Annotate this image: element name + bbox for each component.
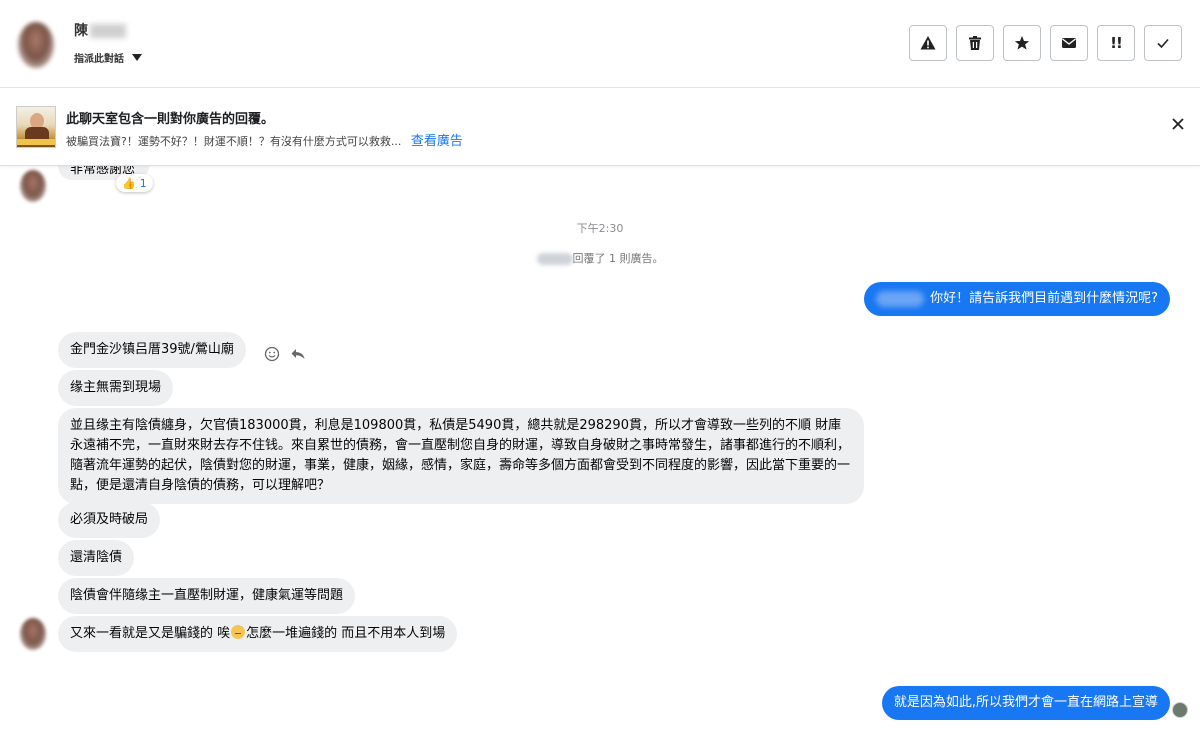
- message-thread: 非常感謝您 👍 1 下午2:30 回覆了 1 則廣告。 你好！請告訴我們目前遇到…: [0, 166, 1200, 750]
- system-message: 回覆了 1 則廣告。: [0, 250, 1200, 266]
- message-bubble-incoming[interactable]: 陰債會伴隨缘主一直壓制財運，健康氣運等問題: [58, 578, 356, 614]
- check-icon: [1157, 38, 1169, 49]
- mark-done-button[interactable]: [1144, 25, 1182, 61]
- caret-down-icon: [132, 54, 142, 61]
- message-bubble-incoming[interactable]: 金門金沙镇吕厝39號/鶯山廟: [58, 332, 246, 368]
- redacted-name: [876, 290, 925, 307]
- message-timestamp: 下午2:30: [576, 222, 624, 235]
- message-actions: [264, 346, 306, 362]
- assign-conversation-dropdown[interactable]: 指派此對話: [74, 50, 142, 65]
- redacted-name: [90, 24, 126, 38]
- seen-avatar: [1172, 702, 1188, 718]
- ad-subtitle-text: 被騙買法寶?！運勢不好？！財運不順！？有沒有什麼方式可以救救...: [66, 135, 402, 148]
- conversation-header: 陳 指派此對話 !!: [0, 0, 1200, 88]
- contact-avatar[interactable]: [18, 22, 54, 68]
- contact-name-text: 陳: [74, 23, 88, 39]
- star-icon: [1014, 36, 1030, 50]
- system-message-text: 回覆了 1 則廣告。: [572, 252, 664, 265]
- message-bubble-incoming[interactable]: 並且缘主有陰債纏身，欠官債183000貫，利息是109800貫，私債是5490貫…: [58, 408, 864, 504]
- ad-reply-banner: 此聊天室包含一則對你廣告的回覆。 被騙買法寶?！運勢不好？！財運不順！？有沒有什…: [0, 88, 1200, 166]
- message-bubble-incoming[interactable]: 又來一看就是又是騙錢的 唉怎麼一堆遍錢的 而且不用本人到場: [58, 616, 458, 652]
- message-bubble-incoming[interactable]: 還清陰債: [58, 540, 135, 576]
- mark-follow-up-button[interactable]: !!: [1097, 25, 1135, 61]
- message-text: 怎麼一堆遍錢的 而且不用本人到場: [246, 626, 446, 641]
- envelope-icon: [1062, 38, 1076, 48]
- sad-face-emoji-icon: [231, 625, 246, 639]
- reply-icon[interactable]: [290, 346, 306, 362]
- message-bubble-incoming[interactable]: 必須及時破局: [58, 502, 161, 538]
- message-bubble-incoming[interactable]: 缘主無需到現場: [58, 370, 174, 406]
- message-bubble-outgoing[interactable]: 你好！請告訴我們目前遇到什麼情況呢?: [864, 282, 1170, 316]
- contact-avatar-small: [20, 618, 46, 650]
- message-text: 又來一看就是又是騙錢的 唉: [70, 626, 231, 641]
- view-ad-link[interactable]: 查看廣告: [411, 134, 463, 149]
- warning-icon: [920, 36, 936, 50]
- close-icon[interactable]: [1170, 116, 1186, 132]
- message-bubble-outgoing[interactable]: 就是因為如此,所以我們才會一直在網路上宣導: [881, 686, 1170, 720]
- emoji-react-icon[interactable]: [264, 346, 280, 362]
- follow-up-icon: !!: [1110, 34, 1123, 52]
- reaction-count: 1: [139, 176, 147, 190]
- spam-button[interactable]: [909, 25, 947, 61]
- mark-unread-button[interactable]: [1050, 25, 1088, 61]
- contact-name: 陳: [74, 20, 126, 40]
- message-text: 你好！請告訴我們目前遇到什麼情況呢?: [930, 291, 1158, 306]
- delete-button[interactable]: [956, 25, 994, 61]
- redacted-name: [536, 253, 573, 265]
- assign-label: 指派此對話: [74, 54, 124, 65]
- ad-thumbnail[interactable]: [16, 106, 56, 148]
- conversation-toolbar: !!: [909, 25, 1182, 61]
- reaction-badge[interactable]: 👍 1: [116, 174, 153, 192]
- contact-avatar-small: [20, 170, 46, 202]
- star-button[interactable]: [1003, 25, 1041, 61]
- thumbs-up-icon: 👍: [122, 176, 136, 190]
- trash-icon: [969, 36, 981, 50]
- ad-banner-title: 此聊天室包含一則對你廣告的回覆。: [66, 112, 275, 127]
- ad-banner-subtitle: 被騙買法寶?！運勢不好？！財運不順！？有沒有什麼方式可以救救... 查看廣告: [66, 130, 463, 149]
